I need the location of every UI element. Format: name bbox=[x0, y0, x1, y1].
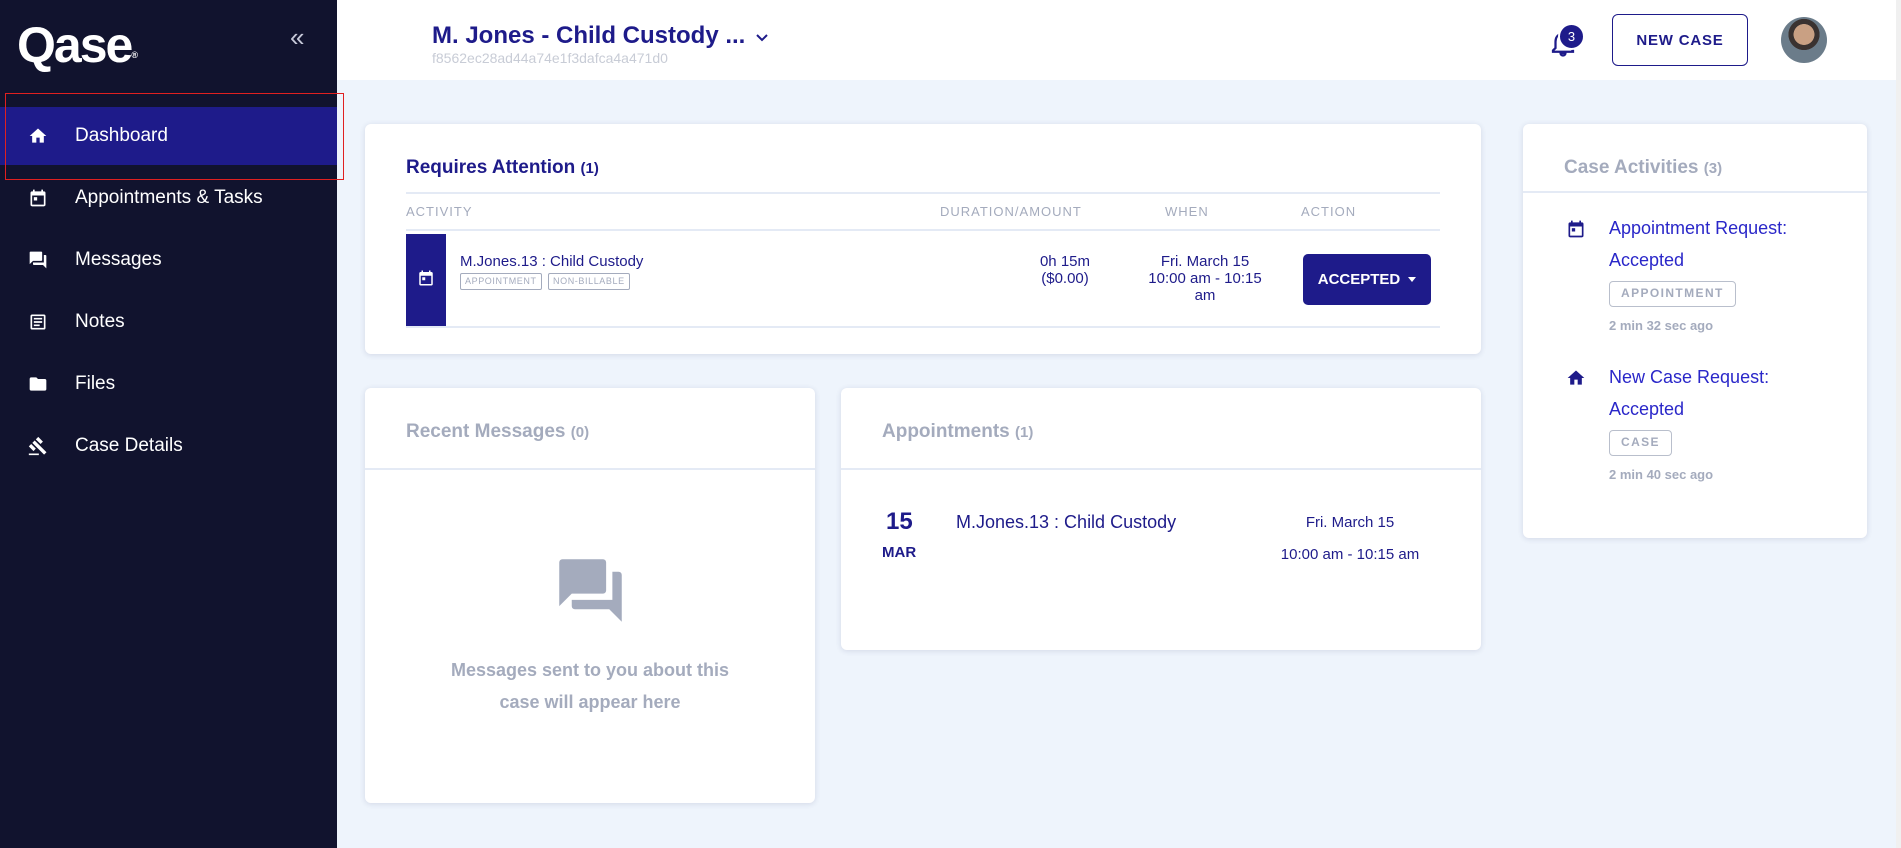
top-header: M. Jones - Child Custody ... f8562ec28ad… bbox=[337, 0, 1896, 80]
sidebar-item-messages[interactable]: Messages bbox=[0, 231, 337, 289]
appointment-tag: APPOINTMENT bbox=[460, 273, 542, 290]
calendar-icon bbox=[27, 187, 49, 209]
sidebar-item-dashboard[interactable]: Dashboard bbox=[0, 107, 337, 165]
sidebar-item-notes[interactable]: Notes bbox=[0, 293, 337, 351]
appointments-title: Appointments (1) bbox=[882, 421, 1034, 442]
sidebar-item-label: Notes bbox=[75, 311, 125, 332]
sidebar-item-label: Messages bbox=[75, 249, 162, 270]
sidebar-item-appointments-tasks[interactable]: Appointments & Tasks bbox=[0, 169, 337, 227]
note-icon bbox=[27, 311, 49, 333]
new-case-button[interactable]: NEW CASE bbox=[1612, 14, 1748, 66]
appointment-month: MAR bbox=[882, 544, 917, 561]
appointments-card: Appointments (1) 15 MAR M.Jones.13 : Chi… bbox=[841, 388, 1481, 650]
divider bbox=[841, 468, 1481, 470]
divider bbox=[1523, 191, 1867, 193]
sidebar-item-label: Dashboard bbox=[75, 125, 168, 146]
home-icon bbox=[27, 125, 49, 147]
caret-down-icon bbox=[1408, 277, 1417, 282]
activity-when: Fri. March 15 10:00 am - 10:15 am bbox=[1148, 253, 1262, 304]
accepted-status-dropdown[interactable]: ACCEPTED bbox=[1303, 254, 1431, 305]
column-header-action: ACTION bbox=[1301, 204, 1357, 219]
recent-messages-card: Recent Messages (0) Messages sent to you… bbox=[365, 388, 815, 803]
sidebar: Qase® « Dashboard Appointments & Tasks M… bbox=[0, 0, 337, 848]
recent-messages-title: Recent Messages (0) bbox=[406, 421, 590, 442]
sidebar-nav: Dashboard Appointments & Tasks Messages … bbox=[0, 107, 337, 479]
case-activities-card: Case Activities (3) Appointment Request:… bbox=[1523, 124, 1867, 538]
appointment-day: 15 bbox=[886, 508, 913, 535]
calendar-icon bbox=[417, 269, 435, 292]
empty-state-message: Messages sent to you about this case wil… bbox=[450, 660, 730, 712]
sidebar-item-label: Appointments & Tasks bbox=[75, 187, 263, 208]
divider bbox=[406, 326, 1440, 328]
column-header-activity: ACTIVITY bbox=[406, 204, 473, 219]
messages-empty-icon bbox=[553, 553, 628, 633]
column-header-when: WHEN bbox=[1165, 204, 1209, 219]
divider bbox=[406, 229, 1440, 231]
requires-attention-title: Requires Attention (1) bbox=[406, 157, 599, 178]
case-id: f8562ec28ad44a74e1f3dafca4a471d0 bbox=[432, 50, 668, 66]
sidebar-item-label: Case Details bbox=[75, 435, 183, 456]
calendar-icon bbox=[1566, 219, 1586, 244]
sidebar-item-files[interactable]: Files bbox=[0, 355, 337, 413]
case-activities-title: Case Activities (3) bbox=[1564, 157, 1723, 178]
appointment-tag: APPOINTMENT bbox=[1609, 281, 1736, 307]
activity-time: 2 min 40 sec ago bbox=[1609, 467, 1714, 482]
app-logo[interactable]: Qase® bbox=[17, 20, 138, 70]
activity-time: 2 min 32 sec ago bbox=[1609, 318, 1714, 333]
case-title: M. Jones - Child Custody ... bbox=[432, 22, 746, 49]
activity-type-bar bbox=[406, 234, 446, 326]
column-header-duration: DURATION/AMOUNT bbox=[940, 204, 1082, 219]
collapse-sidebar-icon[interactable]: « bbox=[290, 24, 304, 50]
activity-name[interactable]: M.Jones.13 : Child Custody bbox=[460, 253, 643, 270]
appointment-name[interactable]: M.Jones.13 : Child Custody bbox=[956, 512, 1176, 533]
folder-icon bbox=[27, 373, 49, 395]
chevron-down-icon bbox=[755, 22, 769, 50]
activity-title-link[interactable]: New Case Request: Accepted bbox=[1609, 361, 1769, 425]
duration-amount: 0h 15m ($0.00) bbox=[1039, 253, 1091, 287]
appointment-time: 10:00 am - 10:15 am bbox=[1280, 546, 1420, 563]
non-billable-tag: NON-BILLABLE bbox=[548, 273, 630, 290]
activity-title-link[interactable]: Appointment Request: Accepted bbox=[1609, 212, 1787, 276]
user-avatar[interactable] bbox=[1781, 17, 1827, 63]
case-selector[interactable]: M. Jones - Child Custody ... bbox=[432, 22, 769, 50]
notification-count-badge: 3 bbox=[1558, 23, 1585, 50]
divider bbox=[406, 192, 1440, 194]
appointment-date: Fri. March 15 bbox=[1305, 514, 1395, 531]
gavel-icon bbox=[27, 435, 49, 457]
requires-attention-card: Requires Attention (1) ACTIVITY DURATION… bbox=[365, 124, 1481, 354]
page-scrollbar[interactable] bbox=[1896, 0, 1901, 848]
case-tag: CASE bbox=[1609, 430, 1672, 456]
sidebar-item-case-details[interactable]: Case Details bbox=[0, 417, 337, 475]
divider bbox=[365, 468, 815, 470]
chat-icon bbox=[27, 249, 49, 271]
home-icon bbox=[1566, 368, 1586, 393]
sidebar-item-label: Files bbox=[75, 373, 116, 394]
